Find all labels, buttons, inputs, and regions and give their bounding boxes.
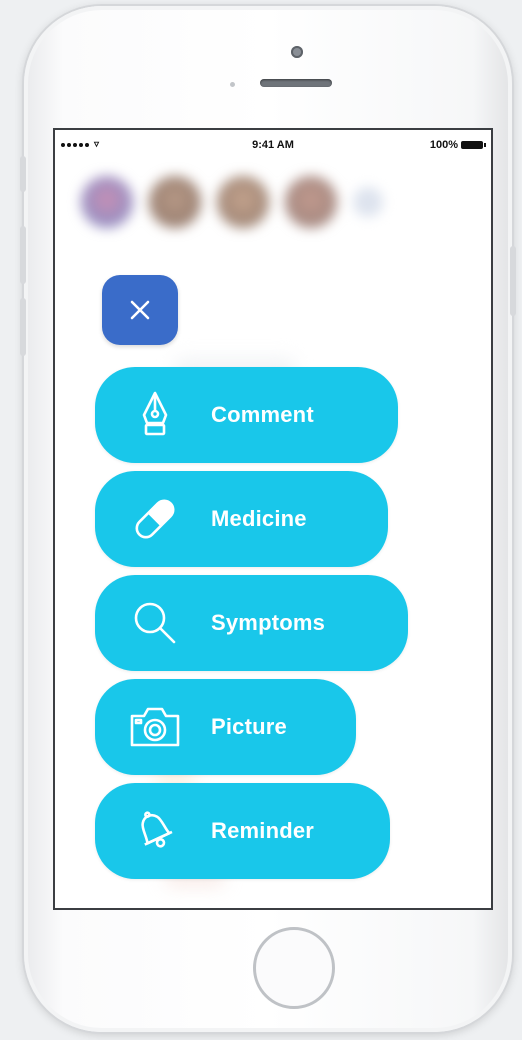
avatar: [217, 176, 269, 228]
home-button[interactable]: [253, 927, 335, 1009]
avatar: [149, 176, 201, 228]
close-button[interactable]: [102, 275, 178, 345]
close-icon: [130, 300, 150, 320]
avatar-row: [81, 176, 383, 228]
reminder-button[interactable]: Reminder: [95, 783, 390, 879]
battery-percent: 100%: [429, 139, 458, 151]
volume-up-button: [20, 226, 26, 284]
bell-icon: [127, 803, 183, 859]
symptoms-label: Symptoms: [211, 610, 326, 635]
earpiece-speaker: [260, 79, 332, 87]
symptoms-button[interactable]: Symptoms: [95, 575, 408, 671]
comment-label: Comment: [211, 402, 314, 427]
power-button: [510, 246, 516, 316]
avatar: [285, 176, 337, 228]
avatar: [353, 187, 383, 217]
volume-down-button: [20, 298, 26, 356]
proximity-sensor: [230, 82, 235, 87]
medicine-button[interactable]: Medicine: [95, 471, 388, 567]
medicine-label: Medicine: [211, 506, 307, 531]
battery-indicator: 100%: [429, 139, 486, 151]
reminder-label: Reminder: [211, 818, 315, 843]
comment-button[interactable]: Comment: [95, 367, 398, 463]
battery-icon: [461, 141, 486, 149]
mute-switch: [20, 156, 26, 192]
phone-screen: ▿ 9:41 AM 100% Comment Medicine Symptoms…: [53, 128, 493, 910]
camera-icon: [127, 699, 183, 755]
front-camera: [291, 46, 303, 58]
picture-label: Picture: [211, 714, 287, 739]
magnifier-icon: [127, 595, 183, 651]
pen-nib-icon: [127, 387, 183, 443]
picture-button[interactable]: Picture: [95, 679, 356, 775]
avatar: [81, 176, 133, 228]
pill-icon: [127, 491, 183, 547]
status-bar: ▿ 9:41 AM 100%: [55, 130, 491, 158]
status-time: 9:41 AM: [252, 139, 294, 151]
